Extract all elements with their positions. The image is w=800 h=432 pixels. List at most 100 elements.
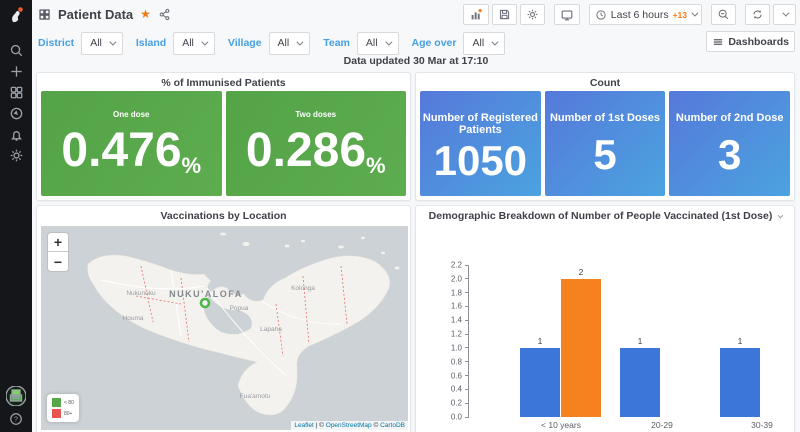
y-axis-tick-label: 0.6 [451, 371, 462, 380]
map-legend-row: < 80 [52, 398, 74, 407]
panel-title-demographic[interactable]: Demographic Breakdown of Number of Peopl… [416, 206, 794, 222]
y-axis-tick-mark [465, 278, 469, 279]
stat-number: 0.476 [61, 127, 181, 175]
chart-bar[interactable] [720, 348, 760, 417]
logo-figure [12, 11, 20, 22]
map-place-label: Fua'amotu [240, 393, 271, 400]
vaccination-location-marker[interactable] [201, 299, 209, 307]
refresh-interval-dropdown[interactable] [773, 4, 796, 25]
y-axis-tick-label: 1.6 [451, 302, 462, 311]
tv-mode-button[interactable] [554, 4, 580, 25]
map-place-label: Nukunuku [126, 290, 156, 297]
map-zoom-in-button[interactable]: + [48, 233, 68, 252]
x-axis-tick-label: 20-29 [651, 420, 673, 430]
chevron-down-icon [782, 10, 789, 17]
filter-group: District All [38, 32, 123, 55]
y-axis-tick-label: 2.2 [451, 261, 462, 270]
filter-value-dropdown[interactable]: All [81, 32, 123, 55]
chart-bar[interactable] [520, 348, 560, 417]
configuration-gear-icon[interactable] [5, 148, 27, 163]
leaflet-link[interactable]: Leaflet [294, 422, 314, 429]
filter-value-dropdown[interactable]: All [357, 32, 399, 55]
share-icon[interactable] [158, 8, 171, 21]
panel-title-immunised[interactable]: % of Immunised Patients [37, 73, 410, 89]
stat-value: 1050 [434, 136, 527, 186]
help-icon[interactable]: ? [5, 411, 27, 426]
filter-group: Team All [323, 32, 398, 55]
legend-swatch [52, 398, 61, 407]
map-place-label: Kolonga [291, 285, 315, 292]
filter-label[interactable]: Team [323, 37, 350, 49]
stat-label: Number of 2nd Dose [676, 112, 784, 124]
star-icon[interactable]: ★ [140, 8, 151, 20]
zoom-out-time-button[interactable] [711, 4, 736, 25]
stat-unit: % [182, 155, 202, 177]
search-icon[interactable] [5, 43, 27, 58]
settings-button[interactable] [520, 4, 545, 25]
alerting-bell-icon[interactable] [5, 127, 27, 142]
chart-bar[interactable] [620, 348, 660, 417]
panel-map: Vaccinations by Location [36, 205, 411, 432]
time-range-label: Last 6 hours [611, 9, 669, 21]
stat-label: Number of Registered Patients [420, 112, 541, 136]
filter-label[interactable]: Island [136, 37, 166, 49]
stat-card-immunised[interactable]: Two doses0.286% [226, 91, 407, 196]
stat-card-count[interactable]: Number of 1st Doses5 [545, 91, 666, 196]
filter-label[interactable]: Age over [412, 37, 457, 49]
osm-link[interactable]: OpenStreetMap [326, 422, 372, 429]
leaflet-map[interactable]: NukunukuNUKU'ALOFAPopuaKolongaHoumaLapah… [41, 226, 408, 430]
count-stat-cards: Number of Registered Patients1050Number … [420, 91, 790, 196]
filter-value-text: All [278, 37, 290, 49]
y-axis-tick-mark [465, 403, 469, 404]
panel-title-map[interactable]: Vaccinations by Location [37, 206, 410, 222]
stat-label: One dose [113, 110, 149, 119]
stat-card-count[interactable]: Number of 2nd Dose3 [669, 91, 790, 196]
stat-value: 3 [718, 124, 741, 186]
add-icon[interactable] [5, 64, 27, 79]
map-place-label: Houma [123, 315, 144, 322]
refresh-button[interactable] [745, 4, 770, 25]
stat-unit: % [366, 155, 386, 177]
map-zoom-out-button[interactable]: − [48, 252, 68, 271]
time-range-picker[interactable]: Last 6 hours +13 [589, 4, 702, 25]
dashboards-button[interactable]: Dashboards [706, 31, 795, 52]
demographic-title-text: Demographic Breakdown of Number of Peopl… [429, 210, 773, 222]
y-axis-tick-label: 1.0 [451, 343, 462, 352]
y-axis-tick-label: 0.2 [451, 399, 462, 408]
chevron-down-icon [492, 38, 499, 45]
filter-value-text: All [90, 37, 102, 49]
user-avatar[interactable] [5, 386, 27, 406]
filter-value-text: All [366, 37, 378, 49]
stat-label: Number of 1st Doses [550, 112, 660, 124]
add-panel-button[interactable] [463, 4, 489, 25]
map-place-label: Lapaha [260, 326, 282, 333]
svg-text:?: ? [14, 416, 18, 423]
filter-group: Village All [228, 32, 310, 55]
filter-value-text: All [182, 37, 194, 49]
filter-value-dropdown[interactable]: All [463, 32, 505, 55]
chevron-down-icon [201, 38, 208, 45]
panel-title-count[interactable]: Count [416, 73, 794, 89]
x-axis-tick-label: < 10 years [541, 420, 581, 430]
carto-link[interactable]: CartoDB [380, 422, 405, 429]
chart-bar[interactable] [561, 279, 601, 417]
logo-dot [18, 7, 23, 12]
stat-value: 0.476% [61, 119, 201, 182]
save-button[interactable] [492, 4, 517, 25]
filter-value-dropdown[interactable]: All [269, 32, 311, 55]
dashboards-grid-icon[interactable] [5, 85, 27, 100]
legend-label: 80+ [64, 411, 72, 417]
stat-card-immunised[interactable]: One dose0.476% [41, 91, 222, 196]
dashboard-title[interactable]: Patient Data [58, 7, 133, 22]
stat-label: Two doses [295, 110, 336, 119]
y-axis-tick-label: 1.2 [451, 330, 462, 339]
grafana-logo[interactable] [6, 5, 26, 25]
stat-card-count[interactable]: Number of Registered Patients1050 [420, 91, 541, 196]
filter-label[interactable]: District [38, 37, 74, 49]
explore-compass-icon[interactable] [5, 106, 27, 121]
y-axis-tick-label: 1.4 [451, 316, 462, 325]
filter-label[interactable]: Village [228, 37, 262, 49]
bar-chart-plot: 0.00.20.40.60.81.01.21.41.61.82.02.21211… [468, 265, 768, 417]
filter-value-dropdown[interactable]: All [173, 32, 215, 55]
chevron-down-icon [691, 10, 698, 17]
